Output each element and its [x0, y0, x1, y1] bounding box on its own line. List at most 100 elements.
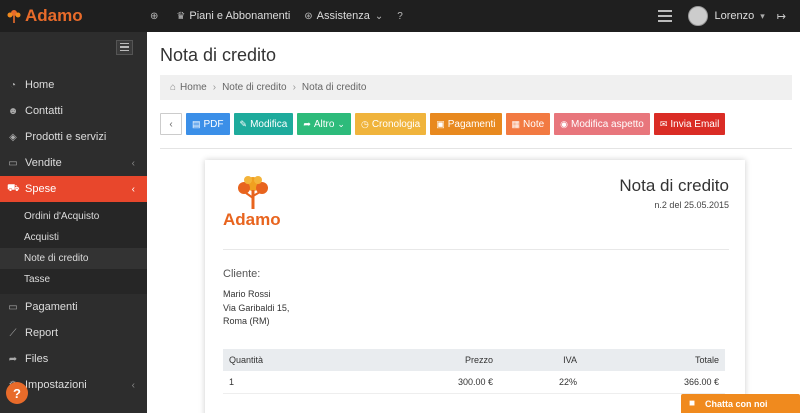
share-icon: ➦ [8, 353, 18, 365]
sidebar-item-label: Report [25, 327, 59, 339]
menu-toggle-icon[interactable] [116, 39, 133, 55]
sidebar-item-label: Spese [25, 183, 57, 195]
share-icon: ➦ [303, 118, 311, 129]
submenu-item-acquisti[interactable]: Acquisti [0, 227, 147, 248]
sidebar-item-home[interactable]: ◔ Home [0, 72, 147, 98]
edit-label: Modifica [250, 118, 288, 130]
spese-submenu: Ordini d'Acquisto Acquisti Note di credi… [0, 202, 147, 294]
more-label: Altro [313, 118, 335, 130]
sidebar-item-prodotti[interactable]: ◈ Prodotti e servizi [0, 124, 147, 150]
plus-circle-icon: ⊕ [150, 10, 159, 22]
add-menu[interactable]: ⊕ [150, 11, 162, 22]
submenu-item-tasse[interactable]: Tasse [0, 269, 147, 290]
cell-iva: 22% [499, 371, 583, 394]
sidebar: ◔ Home ☻ Contatti ◈ Prodotti e servizi ▭ Ven… [0, 32, 147, 413]
chat-button[interactable]: ■ Chatta con noi [681, 394, 800, 413]
submenu-item-note-di-credito[interactable]: Note di credito [0, 248, 147, 269]
edit-button[interactable]: ✎ Modifica [233, 113, 294, 135]
breadcrumb-current: Nota di credito [301, 82, 367, 93]
divider [160, 148, 792, 149]
sidebar-item-pagamenti[interactable]: ▭ Pagamenti [0, 294, 147, 320]
plans-link[interactable]: ♛ Piani e Abbonamenti [176, 10, 290, 22]
send-email-label: Invia Email [670, 118, 720, 130]
client-street: Via Garibaldi 15, [223, 302, 290, 313]
cart-icon: ⛟ [7, 182, 20, 194]
pdf-label: PDF [203, 118, 224, 130]
credit-note-document: Adamo Nota di credito n.2 del 25.05.2015… [205, 160, 745, 413]
sidebar-item-label: Pagamenti [25, 301, 78, 313]
chevron-left-icon: ‹ [131, 157, 135, 169]
tree-logo-icon [7, 10, 21, 23]
pdf-button[interactable]: ▤ PDF [186, 113, 230, 135]
breadcrumb: ⌂ Home › Note di credito › Nota di credi… [160, 75, 792, 100]
support-menu[interactable]: ⊛ Assistenza ⌄ [304, 10, 383, 22]
back-button[interactable]: ‹ [160, 113, 182, 135]
notes-button[interactable]: ▦ Note [505, 113, 551, 135]
sidebar-item-spese[interactable]: ⛟ Spese ‹ [0, 176, 147, 202]
tree-logo-icon [238, 176, 268, 209]
money-icon: ▣ [436, 118, 445, 129]
appearance-button[interactable]: ◉ Modifica aspetto [554, 113, 650, 135]
sidebar-item-files[interactable]: ➦ Files [0, 346, 147, 372]
top-nav: ⊕ ♛ Piani e Abbonamenti ⊛ Assistenza ⌄ ? [150, 0, 421, 32]
header-quantita: Quantità [223, 349, 349, 371]
client-label: Cliente: [223, 268, 261, 280]
chevron-down-icon: ⌄ [374, 10, 384, 22]
home-icon: ⌂ [170, 82, 177, 93]
question-icon: ? [397, 10, 403, 22]
sidebar-item-report[interactable]: ⟋ Report [0, 320, 147, 346]
cell-prezzo: 300.00 € [349, 371, 499, 394]
submenu-item-ordini[interactable]: Ordini d'Acquisto [0, 206, 147, 227]
top-right: Lorenzo ▾ ↦ [658, 0, 800, 32]
chart-icon: ⟋ [9, 327, 17, 339]
sidebar-item-contatti[interactable]: ☻ Contatti [0, 98, 147, 124]
cell-totale: 366.00 € [583, 371, 725, 394]
chevron-left-icon: ‹ [169, 118, 173, 130]
help-link[interactable]: ? [397, 11, 407, 22]
sidebar-toggle-row [0, 32, 147, 62]
table-header-row: Quantità Prezzo IVA Totale [223, 349, 725, 371]
user-name[interactable]: Lorenzo [714, 10, 754, 22]
send-email-button[interactable]: ✉ Invia Email [653, 113, 726, 135]
header-prezzo: Prezzo [349, 349, 499, 371]
chat-bubble-icon: ■ [689, 398, 696, 409]
page-title: Nota di credito [160, 45, 277, 65]
document-number: n.2 del 25.05.2015 [654, 200, 729, 210]
clock-icon: ◷ [360, 118, 369, 129]
more-button[interactable]: ➦ Altro ⌄ [297, 113, 351, 135]
users-icon: ☻ [7, 105, 19, 117]
sidebar-item-vendite[interactable]: ▭ Vendite ‹ [0, 150, 147, 176]
client-address: Mario Rossi Via Garibaldi 15, Roma (RM) [223, 288, 289, 329]
breadcrumb-note-di-credito[interactable]: Note di credito [222, 82, 286, 93]
history-label: Cronologia [371, 118, 421, 130]
chevron-down-icon[interactable]: ▾ [760, 11, 765, 22]
eye-icon: ◉ [560, 118, 569, 129]
client-city: Roma (RM) [223, 316, 270, 326]
logout-icon[interactable]: ↦ [777, 10, 786, 23]
breadcrumb-separator: › [292, 82, 296, 93]
document-logo-text: Adamo [223, 210, 281, 229]
lifebuoy-icon: ⊛ [304, 10, 313, 22]
support-label: Assistenza [316, 10, 370, 22]
header-iva: IVA [499, 349, 583, 371]
edit-icon: ✎ [239, 118, 248, 129]
avatar[interactable] [688, 6, 709, 26]
payments-button[interactable]: ▣ Pagamenti [430, 113, 502, 135]
document-title: Nota di credito [619, 176, 729, 195]
brand[interactable]: Adamo [0, 0, 147, 32]
sidebar-item-label: Prodotti e servizi [25, 131, 107, 143]
toolbar: ‹ ▤ PDF ✎ Modifica ➦ Altro ⌄ ◷ Cronologia ▣ Pa… [160, 113, 726, 135]
history-button[interactable]: ◷ Cronologia [354, 113, 427, 135]
apps-icon[interactable] [658, 10, 673, 22]
file-icon: ▤ [192, 118, 201, 129]
payments-label: Pagamenti [447, 118, 496, 130]
sidebar-item-label: Files [25, 353, 49, 365]
document-divider [223, 249, 729, 250]
box-icon: ◈ [9, 131, 17, 143]
dashboard-icon: ◔ [9, 79, 17, 91]
envelope-icon: ✉ [659, 118, 668, 129]
chevron-down-icon: ⌄ [337, 118, 345, 129]
chevron-left-icon: ‹ [131, 379, 135, 391]
help-bubble-button[interactable]: ? [6, 382, 28, 404]
breadcrumb-home[interactable]: Home [180, 82, 207, 93]
